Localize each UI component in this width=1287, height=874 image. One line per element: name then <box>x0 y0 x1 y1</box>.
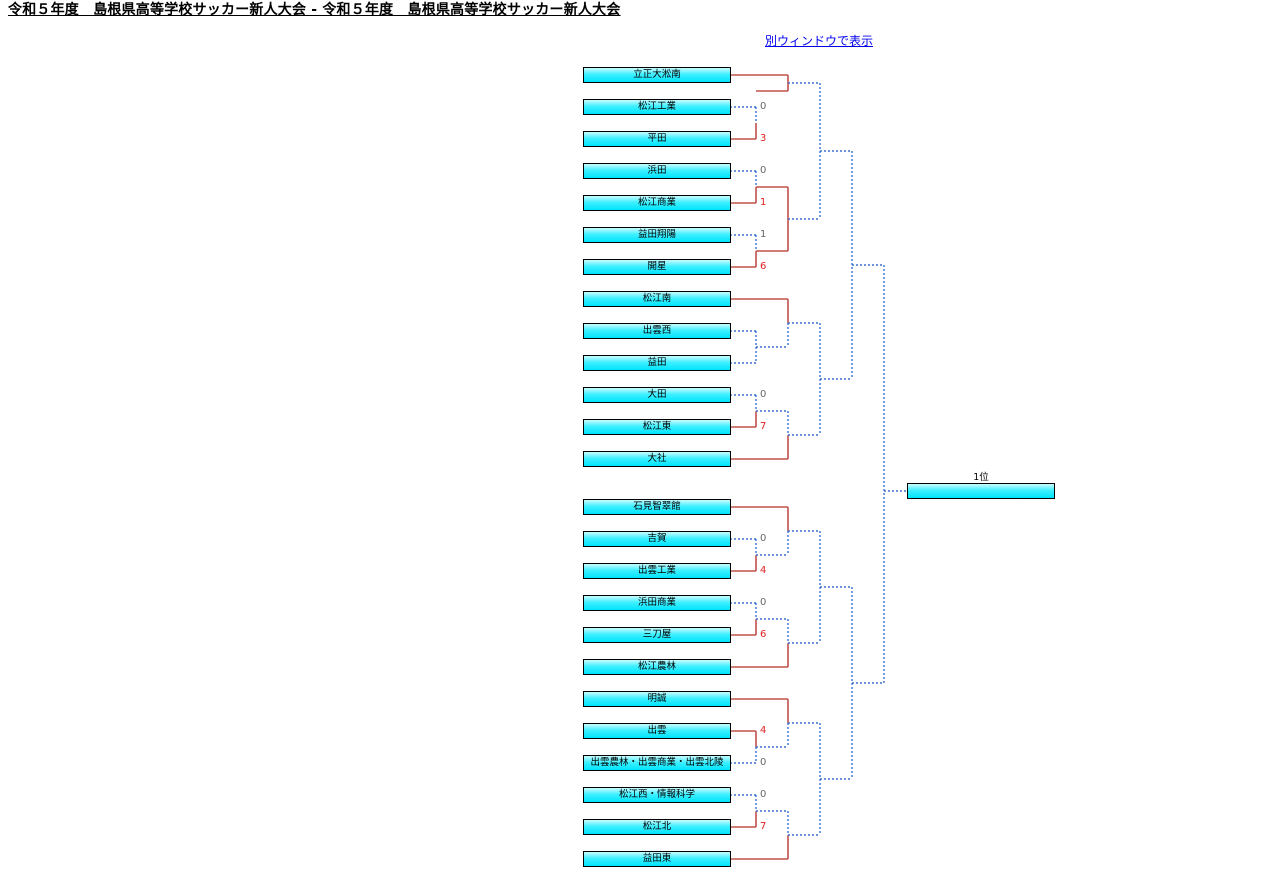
score-label: 6 <box>760 261 767 272</box>
team-box[interactable]: 松江北 <box>583 819 731 835</box>
score-label: 0 <box>760 101 767 112</box>
score-label: 4 <box>760 725 767 736</box>
team-box[interactable]: 大社 <box>583 451 731 467</box>
team-box[interactable]: 石見智翠館 <box>583 499 731 515</box>
team-box[interactable]: 浜田商業 <box>583 595 731 611</box>
team-box[interactable]: 三刀屋 <box>583 627 731 643</box>
team-box[interactable]: 出雲 <box>583 723 731 739</box>
score-label: 0 <box>760 533 767 544</box>
score-label: 7 <box>760 821 767 832</box>
score-label: 4 <box>760 565 767 576</box>
score-label: 1 <box>760 229 767 240</box>
team-box[interactable]: 開星 <box>583 259 731 275</box>
team-box[interactable]: 松江農林 <box>583 659 731 675</box>
winner-slot[interactable] <box>907 483 1055 499</box>
team-box[interactable]: 松江工業 <box>583 99 731 115</box>
team-box[interactable]: 大田 <box>583 387 731 403</box>
score-label: 0 <box>760 165 767 176</box>
score-label: 6 <box>760 629 767 640</box>
team-box[interactable]: 益田東 <box>583 851 731 867</box>
team-box[interactable]: 立正大淞南 <box>583 67 731 83</box>
score-label: 1 <box>760 197 767 208</box>
team-box[interactable]: 出雲工業 <box>583 563 731 579</box>
score-label: 0 <box>760 757 767 768</box>
team-box[interactable]: 益田 <box>583 355 731 371</box>
score-label: 7 <box>760 421 767 432</box>
team-box[interactable]: 明誠 <box>583 691 731 707</box>
team-box[interactable]: 出雲西 <box>583 323 731 339</box>
score-label: 0 <box>760 789 767 800</box>
team-box[interactable]: 松江東 <box>583 419 731 435</box>
team-box[interactable]: 吉賀 <box>583 531 731 547</box>
score-label: 3 <box>760 133 767 144</box>
team-box[interactable]: 平田 <box>583 131 731 147</box>
team-box[interactable]: 浜田 <box>583 163 731 179</box>
team-box[interactable]: 松江南 <box>583 291 731 307</box>
team-box[interactable]: 松江西・情報科学 <box>583 787 731 803</box>
score-label: 0 <box>760 597 767 608</box>
team-box[interactable]: 松江商業 <box>583 195 731 211</box>
winner-label: 1位 <box>973 472 989 483</box>
team-box[interactable]: 出雲農林・出雲商業・出雲北陵 <box>583 755 731 771</box>
team-box[interactable]: 益田翔陽 <box>583 227 731 243</box>
score-label: 0 <box>760 389 767 400</box>
